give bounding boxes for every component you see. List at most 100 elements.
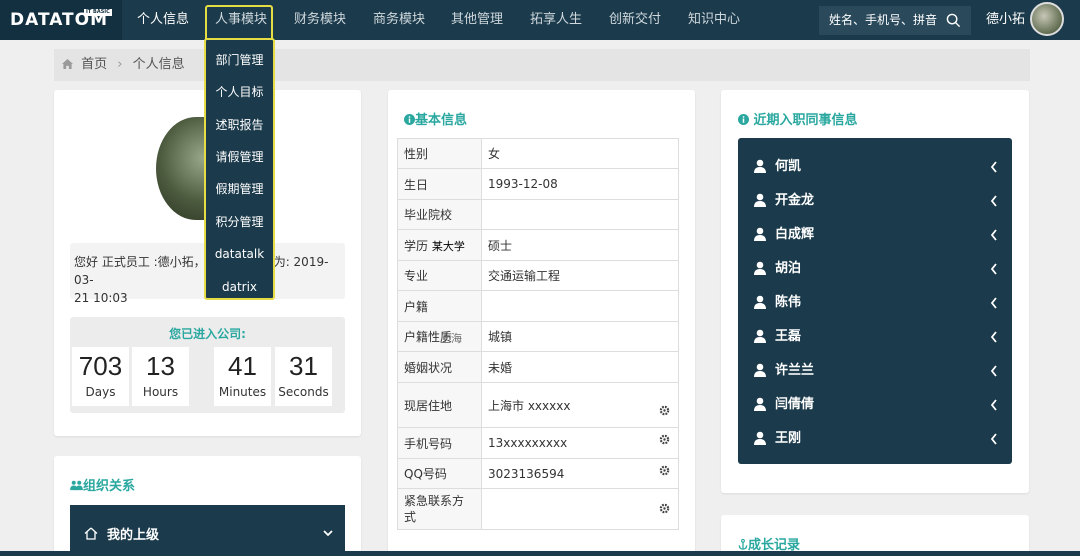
list-item[interactable]: 闫倩倩 [738,388,1012,422]
anchor-icon [738,538,748,550]
breadcrumb-current: 个人信息 [132,57,185,72]
field-value [481,488,679,530]
table-row: 户籍 [397,290,679,322]
breadcrumb: 首页 › 个人信息 [54,49,1030,81]
list-item[interactable]: 许兰兰 [738,354,1012,388]
avatar[interactable] [1030,2,1064,36]
chevron-left-icon[interactable] [990,331,998,343]
timer-days-value: 703 [78,351,123,381]
nav-tuoxiang-life[interactable]: 拓享人生 [530,0,582,40]
bottom-bar [0,551,1080,556]
field-value: 3023136594 [481,458,679,489]
chevron-left-icon[interactable] [990,365,998,377]
chevron-left-icon[interactable] [990,161,998,173]
menu-item-points[interactable]: 积分管理 [206,210,273,234]
nav-business-module[interactable]: 商务模块 [373,0,425,40]
list-item[interactable]: 开金龙 [738,184,1012,218]
chevron-left-icon[interactable] [990,297,998,309]
chevron-left-icon[interactable] [990,195,998,207]
field-label-overlay: 某大学 [431,239,465,253]
list-item[interactable]: 陈伟 [738,286,1012,320]
field-label: 户籍 [397,290,482,322]
field-label: 手机号码 [397,427,482,459]
nav-highlight [205,5,273,40]
user-name[interactable]: 德小拓 [986,0,1025,40]
breadcrumb-separator: › [117,57,123,72]
field-value: 1993-12-08 [481,168,679,200]
list-item[interactable]: 白成辉 [738,218,1012,252]
my-superior-panel[interactable]: 我的上级 [70,505,345,556]
user-icon [754,431,766,445]
colleague-name: 王刚 [775,431,802,446]
field-label-text: 学历 [404,238,429,253]
home-icon[interactable] [62,59,73,69]
nav-innovation-delivery[interactable]: 创新交付 [609,0,661,40]
chevron-left-icon[interactable] [990,433,998,445]
gear-icon[interactable] [659,405,670,416]
user-icon [754,227,766,241]
nav-other-management[interactable]: 其他管理 [451,0,503,40]
org-title: 组织关系 [70,475,135,494]
info-icon [738,114,749,125]
timer-days-label: Days [85,385,116,399]
table-row: 性别 女 [397,138,679,169]
menu-item-personal-goals[interactable]: 个人目标 [206,80,273,104]
top-navbar: DATATOM IT BASIC 个人信息 人事模块 财务模块 商务模块 其他管… [0,0,1080,40]
nav-knowledge-center[interactable]: 知识中心 [688,0,740,40]
search-icon[interactable] [946,13,961,28]
field-value: 交通运输工程 [481,260,679,291]
user-icon [754,295,766,309]
user-icon [754,397,766,411]
timer-hours: 13 Hours [132,347,189,406]
menu-item-report[interactable]: 述职报告 [206,113,273,137]
menu-item-department[interactable]: 部门管理 [206,48,273,72]
colleague-name: 王磊 [775,329,802,344]
list-item[interactable]: 王刚 [738,422,1012,456]
gear-icon[interactable] [659,434,670,445]
user-icon [754,329,766,343]
list-item[interactable]: 何凯 [738,150,1012,184]
breadcrumb-home[interactable]: 首页 [81,57,107,72]
search-input[interactable]: 姓名、手机号、拼音 [819,6,971,35]
timer-minutes: 41 Minutes [214,347,271,406]
field-value: 城镇 [481,321,679,352]
field-value-text: 上海市 xxxxxx [488,398,571,413]
user-icon [754,193,766,207]
gear-icon[interactable] [659,465,670,476]
org-title-text: 组织关系 [83,479,136,494]
chevron-down-icon[interactable] [323,530,333,537]
chevron-left-icon[interactable] [990,229,998,241]
field-value: 13xxxxxxxxx [481,427,679,459]
field-value: 上海市 xxxxxx [481,382,679,428]
tenure-timer: 您已进入公司: 703 Days 13 Hours 41 Minutes 31 … [70,317,345,413]
colleague-name: 开金龙 [775,193,815,208]
gear-icon[interactable] [659,503,670,514]
list-item[interactable]: 胡泊 [738,252,1012,286]
timer-days: 703 Days [72,347,129,406]
user-icon [754,159,766,173]
field-label: QQ号码 [397,458,482,489]
colleagues-list: 何凯 开金龙 白成辉 胡泊 陈伟 王磊 许兰兰 闫倩倩 王刚 [738,138,1012,464]
table-row: 户籍性质 上海 城镇 [397,321,679,352]
menu-item-holiday[interactable]: 假期管理 [206,177,273,201]
timer-hours-label: Hours [142,385,179,399]
table-row: 现居住地 上海市 xxxxxx [397,382,679,428]
hr-module-dropdown: 部门管理 个人目标 述职报告 请假管理 假期管理 积分管理 datatalk d… [204,38,275,300]
field-value [481,290,679,322]
menu-item-datrix[interactable]: datrix [206,275,273,299]
chevron-left-icon[interactable] [990,263,998,275]
field-value [481,199,679,230]
table-row: 生日 1993-12-08 [397,168,679,200]
menu-item-datatalk[interactable]: datatalk [206,242,273,266]
nav-personal-info[interactable]: 个人信息 [137,0,189,40]
basic-info-title: 基本信息 [404,109,467,128]
field-value: 女 [481,138,679,169]
nav-finance-module[interactable]: 财务模块 [294,0,346,40]
logo[interactable]: DATATOM IT BASIC [0,0,122,40]
table-row: 手机号码 13xxxxxxxxx [397,427,679,459]
chevron-left-icon[interactable] [990,399,998,411]
menu-item-leave[interactable]: 请假管理 [206,145,273,169]
table-row: QQ号码 3023136594 [397,458,679,489]
search-placeholder: 姓名、手机号、拼音 [829,13,938,27]
list-item[interactable]: 王磊 [738,320,1012,354]
